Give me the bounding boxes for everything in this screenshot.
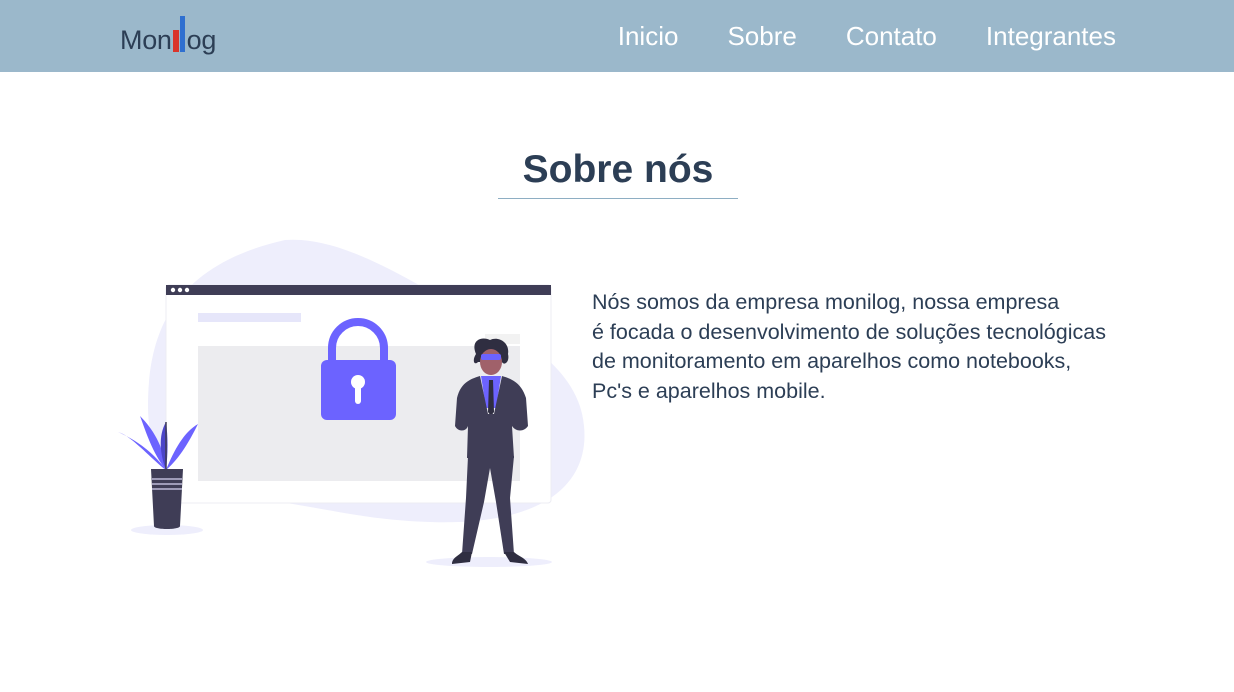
logo-text-left: Mon <box>120 25 172 55</box>
nav-link-sobre[interactable]: Sobre <box>727 21 796 52</box>
logo-bars-icon <box>172 14 185 52</box>
navbar: Mon og Inicio Sobre Contato Integrantes <box>0 0 1234 72</box>
logo-text-right: og <box>186 25 217 55</box>
description-line: Pc's e aparelhos mobile. <box>592 379 826 404</box>
about-description: Nós somos da empresa monilog, nossa empr… <box>592 288 1152 407</box>
page-title: Sobre nós <box>498 148 738 199</box>
nav-link-integrantes[interactable]: Integrantes <box>986 21 1116 52</box>
description-line: Nós somos da empresa monilog, nossa empr… <box>592 290 1060 314</box>
nav-links: Inicio Sobre Contato Integrantes <box>569 0 1116 72</box>
description-line: é focada o desenvolvimento de soluções t… <box>592 319 1106 344</box>
nav-link-contato[interactable]: Contato <box>846 21 937 52</box>
nav-link-inicio[interactable]: Inicio <box>618 21 679 52</box>
logo[interactable]: Mon og <box>120 12 240 58</box>
description-line: de monitoramento em aparelhos como noteb… <box>592 349 1072 374</box>
security-illustration <box>110 236 590 576</box>
